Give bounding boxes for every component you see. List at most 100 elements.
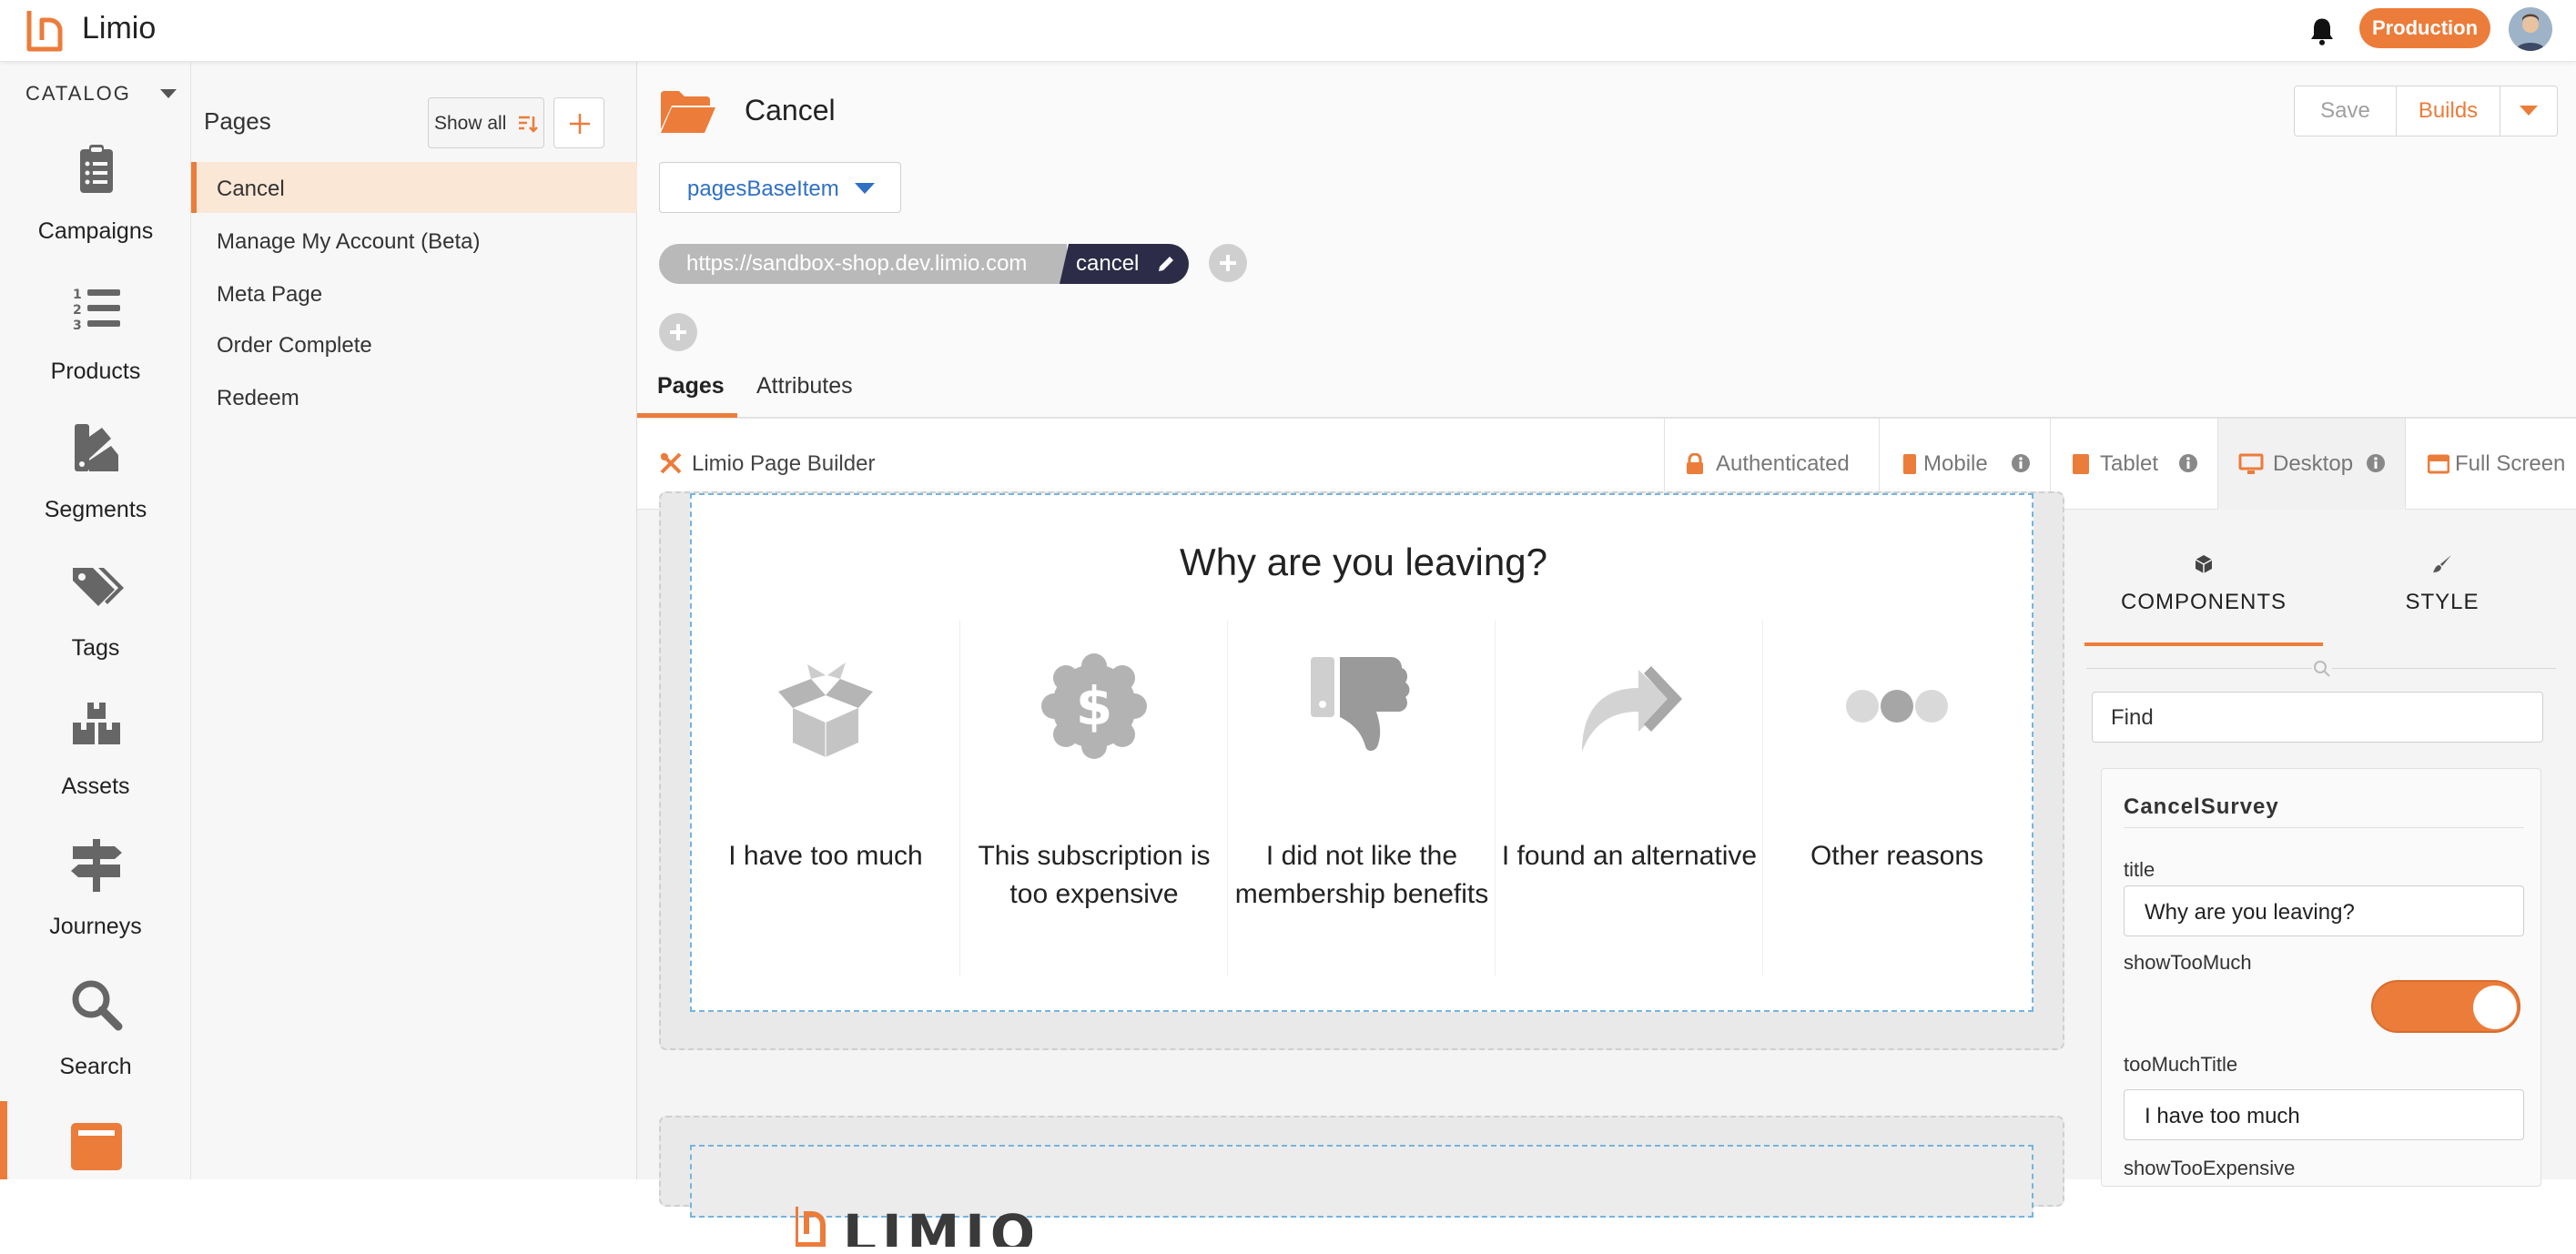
plus-icon — [1220, 255, 1236, 271]
survey-title: Why are you leaving? — [1180, 541, 1547, 583]
tab-attributes[interactable]: Attributes — [756, 373, 853, 399]
tags-icon — [73, 568, 124, 606]
show-too-much-toggle[interactable] — [2371, 980, 2520, 1033]
sidebar-item-products[interactable]: 1 2 3 Products — [0, 280, 191, 417]
search-icon — [2312, 659, 2332, 679]
svg-text:3: 3 — [73, 319, 82, 333]
pages-icon — [71, 1123, 122, 1170]
sidebar-item-label: Campaigns — [37, 218, 154, 244]
full-screen-label: Full Screen — [2455, 451, 2566, 476]
page-list-item-label: Order Complete — [217, 333, 372, 358]
component-name: CancelSurvey — [2124, 794, 2279, 819]
title-field-input[interactable]: Why are you leaving? — [2124, 885, 2524, 936]
limio-brand-logo: LIMIO — [796, 1203, 1032, 1247]
sidebar-item-label: Search — [59, 1054, 132, 1079]
survey-option-too-expensive[interactable]: $ This subscription is too expensive — [959, 621, 1227, 976]
toggle-knob — [2473, 986, 2517, 1029]
page-builder-canvas: Why are you leaving? I have too much $ T… — [637, 491, 2066, 1247]
desktop-view-button[interactable]: Desktop — [2217, 419, 2405, 510]
user-avatar[interactable] — [2509, 7, 2552, 51]
add-attribute-button[interactable] — [659, 313, 697, 351]
environment-badge[interactable]: Production — [2359, 8, 2490, 48]
sidebar-item-search[interactable]: Search — [0, 976, 191, 1112]
page-list-item-redeem[interactable]: Redeem — [191, 371, 637, 422]
catalog-sidebar: CATALOG Campaigns 1 2 3 Products Segment… — [0, 62, 191, 1179]
url-slug-pill[interactable]: cancel — [1060, 244, 1189, 284]
page-list-item-meta-page[interactable]: Meta Page — [191, 268, 637, 319]
page-list-item-label: Meta Page — [217, 282, 323, 307]
numbered-list-icon: 1 2 3 — [73, 288, 120, 333]
tablet-icon — [2073, 454, 2089, 474]
page-list-item-label: Redeem — [217, 386, 299, 410]
add-url-segment-button[interactable] — [1209, 244, 1247, 282]
builder-section[interactable]: Why are you leaving? I have too much $ T… — [659, 491, 2064, 1050]
survey-option-other[interactable]: Other reasons — [1762, 621, 2030, 976]
page-builder-title-text: Limio Page Builder — [692, 451, 876, 476]
too-much-title-input[interactable]: I have too much — [2124, 1089, 2524, 1140]
page-list-item-order-complete[interactable]: Order Complete — [191, 319, 637, 369]
builds-button[interactable]: Builds — [2397, 86, 2500, 136]
info-icon[interactable] — [2178, 453, 2198, 473]
page-list-item-label: Manage My Account (Beta) — [217, 229, 481, 254]
limio-logo-icon[interactable] — [24, 7, 67, 55]
sidebar-item-label: Assets — [61, 774, 130, 799]
catalog-dropdown-icon[interactable] — [160, 89, 177, 98]
sidebar-item-segments[interactable]: Segments — [0, 419, 191, 555]
save-button[interactable]: Save — [2295, 86, 2397, 136]
tab-components[interactable]: COMPONENTS — [2084, 510, 2323, 646]
tablet-label: Tablet — [2100, 451, 2159, 476]
brand-logo-text: LIMIO — [843, 1203, 1032, 1247]
top-bar: Limio Production — [0, 0, 2576, 62]
survey-option-benefits[interactable]: I did not like the membership benefits — [1227, 621, 1495, 976]
cancel-survey-component[interactable]: Why are you leaving? I have too much $ T… — [690, 493, 2033, 1012]
pencil-icon[interactable] — [1156, 254, 1176, 274]
too-much-title-label: tooMuchTitle — [2124, 1053, 2238, 1076]
full-screen-button[interactable]: Full Screen — [2405, 419, 2576, 510]
active-panel-tab-indicator — [2084, 642, 2323, 646]
sidebar-item-label: Products — [50, 359, 141, 384]
find-component-input[interactable]: Find — [2092, 692, 2543, 743]
svg-text:1: 1 — [73, 288, 82, 302]
add-page-button[interactable] — [553, 97, 604, 148]
page-list-item-manage-account[interactable]: Manage My Account (Beta) — [191, 215, 637, 266]
page-tabs: Pages Attributes — [637, 362, 2576, 419]
sidebar-item-campaigns[interactable]: Campaigns — [0, 140, 191, 277]
sidebar-item-tags[interactable]: Tags — [0, 557, 191, 693]
tablet-view-button[interactable]: Tablet — [2050, 419, 2217, 510]
share-arrow-icon — [1582, 666, 1682, 752]
sort-icon — [519, 116, 538, 133]
info-icon[interactable] — [2366, 453, 2386, 473]
url-base-pill: https://sandbox-shop.dev.limio.com — [659, 244, 1067, 284]
catalog-label: CATALOG — [25, 82, 131, 105]
tab-style-label: STYLE — [2405, 590, 2480, 614]
sidebar-item-journeys[interactable]: Journeys — [0, 835, 191, 972]
user-avatar-image — [2509, 7, 2552, 51]
tab-style[interactable]: STYLE — [2323, 510, 2561, 646]
dollar-badge-icon: $ — [1041, 653, 1147, 759]
survey-option-too-much[interactable]: I have too much — [692, 621, 959, 976]
tab-pages[interactable]: Pages — [657, 373, 725, 399]
component-properties: CancelSurvey title Why are you leaving? … — [2101, 768, 2541, 1187]
show-all-button[interactable]: Show all — [428, 97, 544, 148]
show-too-much-label: showTooMuch — [2124, 951, 2252, 974]
svg-text:$: $ — [1076, 675, 1112, 737]
swatch-icon — [75, 424, 118, 471]
builder-section[interactable]: LIMIO — [659, 1116, 2064, 1247]
paintbrush-icon — [2433, 555, 2451, 572]
active-tab-indicator — [637, 413, 737, 418]
info-icon[interactable] — [2011, 453, 2031, 473]
sidebar-item-assets[interactable]: Assets — [0, 695, 191, 832]
plus-icon — [670, 324, 686, 340]
page-list-item-cancel[interactable]: Cancel — [191, 162, 637, 213]
divider — [2124, 827, 2524, 828]
notifications-bell-icon[interactable] — [2306, 15, 2338, 47]
builds-dropdown-button[interactable] — [2500, 86, 2557, 136]
caret-down-icon — [855, 183, 875, 194]
header-component[interactable]: LIMIO — [690, 1145, 2033, 1247]
survey-option-alternative[interactable]: I found an alternative — [1495, 621, 1762, 976]
show-too-expensive-label: showTooExpensive — [2124, 1157, 2296, 1179]
sidebar-item-pages[interactable] — [0, 1117, 191, 1254]
survey-option-label: I have too much — [728, 841, 923, 871]
base-item-select[interactable]: pagesBaseItem — [659, 162, 901, 213]
survey-option-label: I did not like the membership benefits — [1234, 841, 1489, 909]
